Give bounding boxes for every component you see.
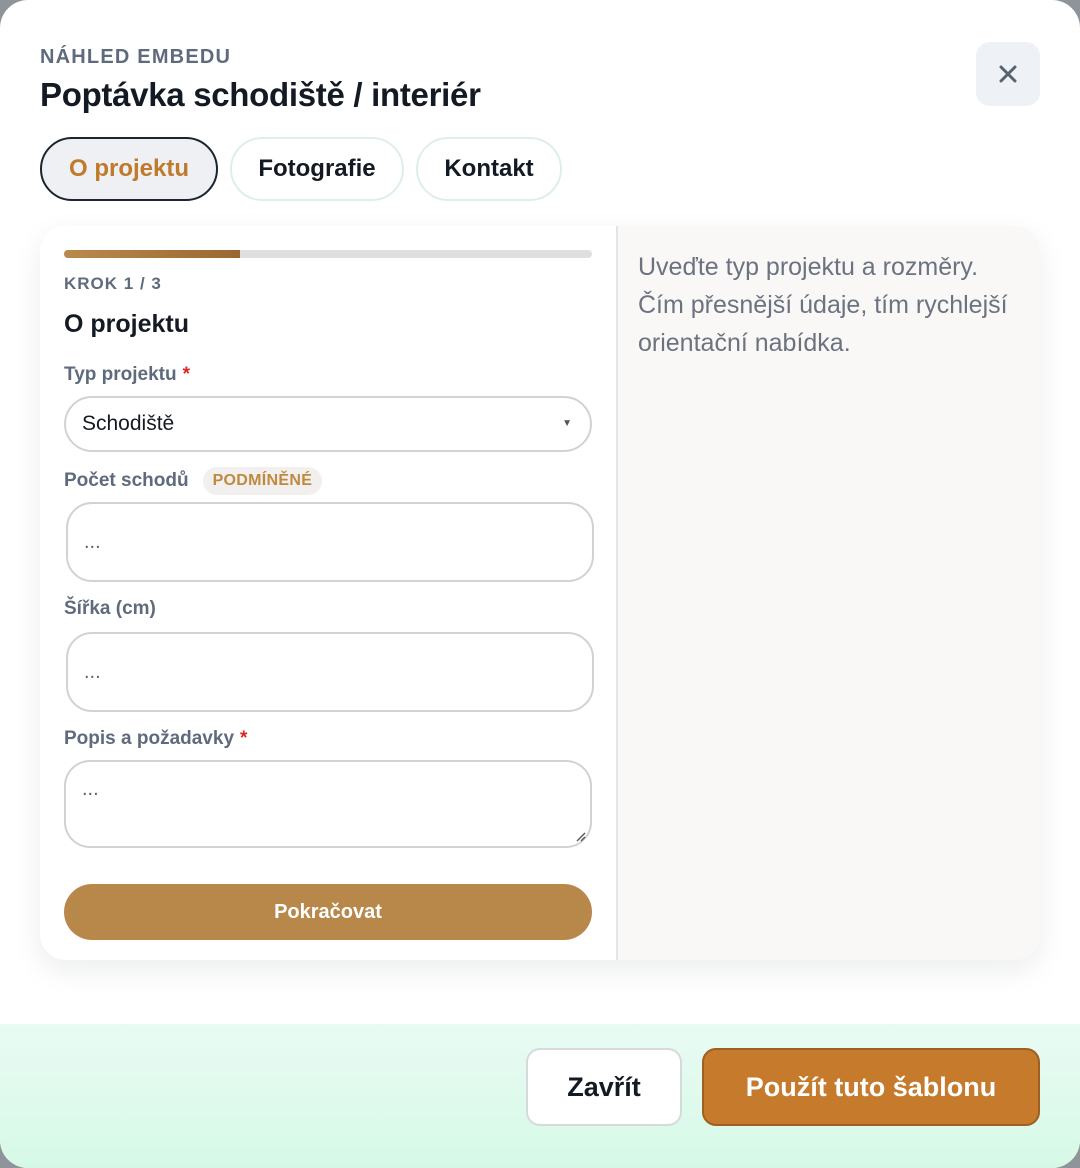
project-type-label-text: Typ projektu bbox=[64, 364, 177, 385]
embed-preview-modal: NÁHLED EMBEDU Poptávka schodiště / inter… bbox=[0, 0, 1080, 1168]
description-placeholder: ... bbox=[82, 778, 99, 800]
modal-footer: Zavřít Použít tuto šablonu bbox=[0, 1024, 1080, 1168]
width-label-text: Šířka (cm) bbox=[64, 598, 156, 619]
close-icon bbox=[999, 65, 1017, 83]
hint-text: Uveďte typ projektu a rozměry. Čím přesn… bbox=[638, 253, 1008, 357]
use-template-button[interactable]: Použít tuto šablonu bbox=[702, 1048, 1040, 1126]
width-placeholder: ... bbox=[84, 660, 101, 683]
hint-panel: Uveďte typ projektu a rozměry. Čím přesn… bbox=[616, 226, 1040, 960]
continue-button[interactable]: Pokračovat bbox=[64, 884, 592, 940]
width-label: Šířka (cm) bbox=[64, 598, 156, 620]
project-type-value: Schodiště bbox=[82, 412, 175, 435]
project-type-label: Typ projektu * bbox=[64, 364, 190, 386]
step-count-input[interactable]: ... bbox=[66, 502, 594, 582]
section-title: O projektu bbox=[64, 310, 190, 338]
close-button[interactable] bbox=[976, 42, 1040, 106]
width-input[interactable]: ... bbox=[66, 632, 594, 712]
description-label: Popis a požadavky * bbox=[64, 728, 247, 750]
progress-bar bbox=[64, 250, 592, 258]
modal-eyebrow: NÁHLED EMBEDU bbox=[40, 46, 232, 68]
tab-o-projektu[interactable]: O projektu bbox=[40, 137, 218, 201]
required-mark: * bbox=[182, 364, 191, 385]
step-count-label-text: Počet schodů bbox=[64, 470, 189, 491]
chevron-down-icon: ▼ bbox=[562, 418, 572, 429]
required-mark: * bbox=[240, 728, 248, 749]
close-modal-button[interactable]: Zavřít bbox=[526, 1048, 682, 1126]
step-count-label: Počet schodů PODMÍNĚNÉ bbox=[64, 466, 323, 496]
tab-kontakt[interactable]: Kontakt bbox=[416, 137, 562, 201]
conditional-badge: PODMÍNĚNÉ bbox=[202, 467, 323, 495]
modal-title: Poptávka schodiště / interiér bbox=[40, 76, 481, 113]
description-textarea[interactable]: ... bbox=[64, 760, 592, 848]
form-card: KROK 1 / 3 O projektu Typ projektu * Sch… bbox=[40, 226, 1040, 960]
step-count-placeholder: ... bbox=[84, 530, 101, 553]
resize-grip-icon[interactable] bbox=[572, 828, 586, 842]
tab-fotografie[interactable]: Fotografie bbox=[230, 137, 404, 201]
step-indicator: KROK 1 / 3 bbox=[64, 274, 162, 293]
progress-fill bbox=[64, 250, 240, 258]
description-label-text: Popis a požadavky bbox=[64, 728, 235, 749]
project-type-select[interactable]: Schodiště ▼ bbox=[64, 396, 592, 452]
